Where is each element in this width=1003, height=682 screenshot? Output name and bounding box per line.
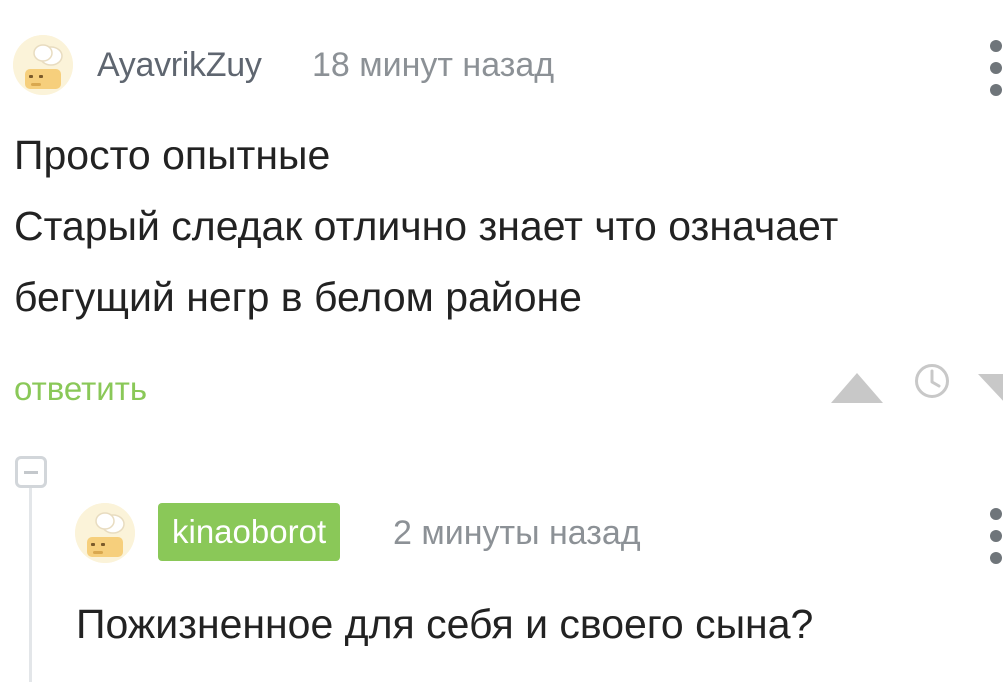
minus-square-icon[interactable] xyxy=(15,456,47,488)
reply-username-badge[interactable]: kinaoborot xyxy=(158,503,341,561)
comments-page: AyavrikZuy 18 минут назад Просто опытные… xyxy=(0,0,1003,682)
comment-line: Старый следак отлично знает что означает xyxy=(14,203,839,249)
chef-hat-avatar-icon xyxy=(75,503,135,563)
triangle-down-icon[interactable] xyxy=(976,372,1003,406)
reply-body: Пожизненное для себя и своего сына? xyxy=(76,601,814,647)
avatar[interactable] xyxy=(13,35,73,95)
chef-hat-avatar-icon xyxy=(13,35,73,95)
comment-line: бегущий негр в белом районе xyxy=(14,274,582,320)
kebab-menu-icon[interactable] xyxy=(986,40,1003,96)
clock-icon[interactable] xyxy=(913,362,951,400)
comment-timestamp: 18 минут назад xyxy=(312,46,555,84)
reply-button[interactable]: ответить xyxy=(14,370,147,408)
thread-line xyxy=(29,488,32,682)
comment-line: Просто опытные xyxy=(14,132,331,178)
kebab-menu-icon[interactable] xyxy=(986,508,1003,564)
avatar[interactable] xyxy=(75,503,135,563)
comment-body: Просто опытные Старый следак отлично зна… xyxy=(14,120,838,333)
comment-username[interactable]: AyavrikZuy xyxy=(97,46,262,85)
reply-timestamp: 2 минуты назад xyxy=(393,514,641,552)
triangle-up-icon[interactable] xyxy=(829,371,885,405)
